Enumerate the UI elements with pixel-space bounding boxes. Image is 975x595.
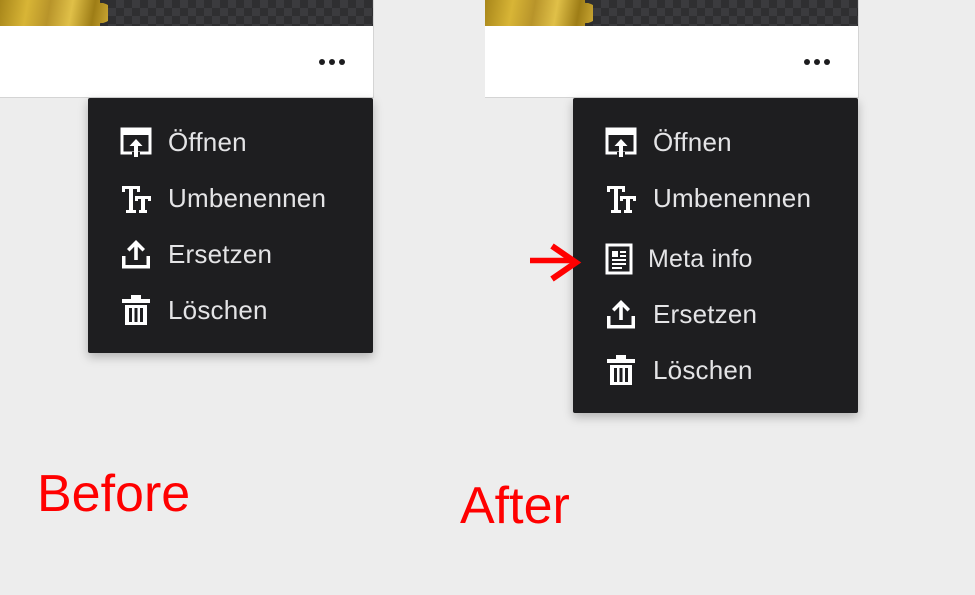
context-menu-before: Öffnen Umbenennen Ersetzen Löschen xyxy=(88,98,373,353)
menu-item-open[interactable]: Öffnen xyxy=(88,114,373,170)
open-icon xyxy=(605,126,637,158)
menu-item-delete[interactable]: Löschen xyxy=(573,342,858,398)
trash-icon xyxy=(120,294,152,326)
more-options-button[interactable] xyxy=(799,50,835,74)
menu-item-rename[interactable]: Umbenennen xyxy=(573,170,858,226)
menu-item-label: Löschen xyxy=(168,294,268,325)
menu-item-label: Umbenennen xyxy=(653,182,812,213)
menu-item-delete[interactable]: Löschen xyxy=(88,282,373,338)
menu-item-label: Öffnen xyxy=(653,126,732,157)
rename-text-icon xyxy=(605,182,637,214)
more-options-button[interactable] xyxy=(314,50,350,74)
menu-item-label: Meta info xyxy=(648,244,753,273)
menu-item-replace[interactable]: Ersetzen xyxy=(573,286,858,342)
open-icon xyxy=(120,126,152,158)
trash-icon xyxy=(605,354,637,386)
menu-item-label: Löschen xyxy=(653,354,753,385)
rename-text-icon xyxy=(120,182,152,214)
document-icon xyxy=(603,243,635,275)
menu-item-label: Umbenennen xyxy=(168,182,327,213)
arrow-right-icon xyxy=(530,243,582,282)
caption-after: After xyxy=(460,477,570,535)
file-card-before xyxy=(0,0,374,98)
menu-item-label: Öffnen xyxy=(168,126,247,157)
caption-before: Before xyxy=(37,465,191,523)
menu-item-label: Ersetzen xyxy=(168,238,273,269)
context-menu-after: Öffnen Umbenennen Meta info Ersetzen Lös… xyxy=(573,98,858,413)
menu-item-open[interactable]: Öffnen xyxy=(573,114,858,170)
menu-item-label: Ersetzen xyxy=(653,298,758,329)
upload-icon xyxy=(120,238,152,270)
thumbnail-image xyxy=(0,0,373,26)
upload-icon xyxy=(605,298,637,330)
menu-item-rename[interactable]: Umbenennen xyxy=(88,170,373,226)
menu-item-meta-info[interactable]: Meta info xyxy=(573,231,858,287)
file-card-after xyxy=(485,0,859,98)
menu-item-replace[interactable]: Ersetzen xyxy=(88,226,373,282)
thumbnail-image xyxy=(485,0,858,26)
